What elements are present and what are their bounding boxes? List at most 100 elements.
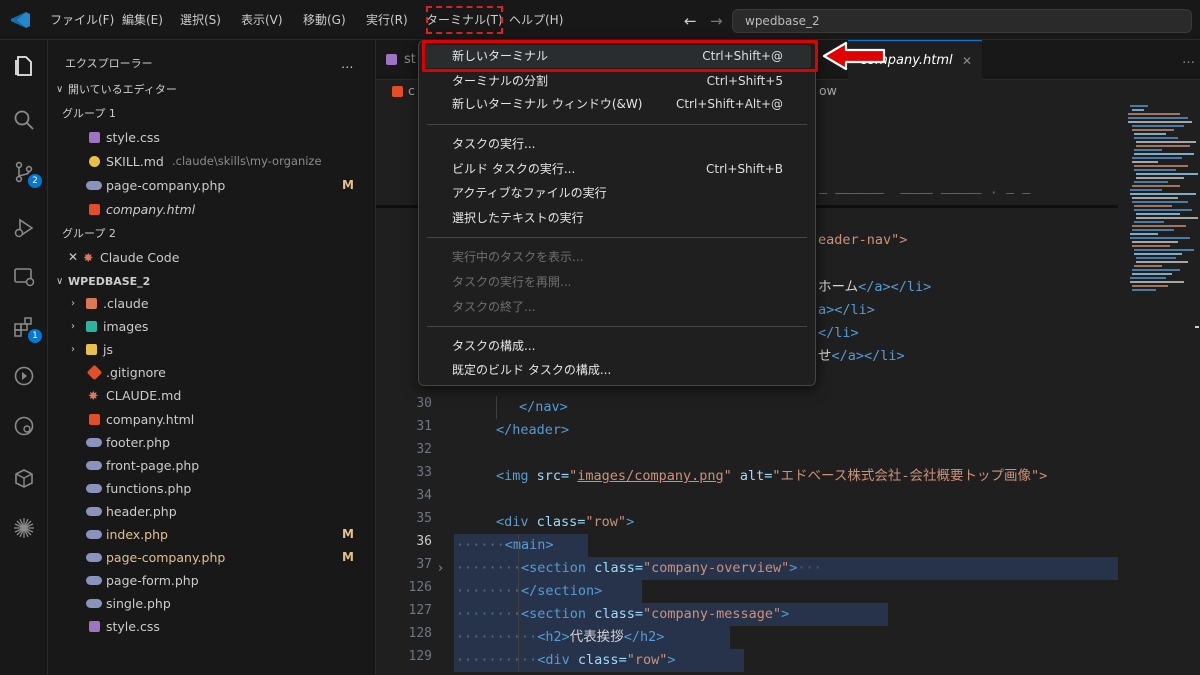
open-editor-item[interactable]: company.html [48,198,376,221]
open-editors-label: 開いているエディター [68,83,177,96]
code-token: </a></li> [831,348,905,364]
forward-arrow-icon[interactable]: → [710,12,723,30]
open-editor-item[interactable]: style.css [48,126,376,149]
code-token: " [723,468,732,484]
menu-run[interactable]: 実行(R) [366,0,408,40]
indent-guide [518,534,519,672]
gitlens-icon[interactable] [12,414,36,438]
line-number: 36 [416,534,432,549]
tabs-more-icon[interactable]: … [1182,40,1195,80]
annotation-arrow-icon [822,41,886,71]
code-token: class= [569,652,627,668]
package-icon[interactable] [12,466,36,490]
group-1-label: グループ 1 [62,107,116,120]
github-actions-icon[interactable] [12,364,36,388]
css-icon [89,132,100,143]
menu-item-restart-task: タスクの実行を再開... [423,271,811,294]
menu-help[interactable]: ヘルプ(H) [509,0,563,40]
menu-item-configure-default-build-task[interactable]: 既定のビルド タスクの構成... [423,359,811,382]
file-item[interactable]: functions.php [48,477,376,500]
open-editor-item[interactable]: page-company.php M [48,174,376,197]
menu-item-run-active-file[interactable]: アクティブなファイルの実行 [423,182,811,205]
code-line: ········</section> [456,583,603,599]
menu-item-label: ビルド タスクの実行... [452,162,576,176]
folder-item[interactable]: › .claude [48,292,376,315]
folder-item[interactable]: › images [48,315,376,338]
file-item[interactable]: ✸ CLAUDE.md [48,384,376,407]
fold-chevron-icon[interactable]: › [438,557,443,580]
menu-go[interactable]: 移動(G) [303,0,346,40]
menu-item-split-terminal[interactable]: ターミナルの分割 Ctrl+Shift+5 [423,70,811,93]
menu-item-run-task[interactable]: タスクの実行... [423,133,811,156]
code-line-fragment: — —————— ———— ————— · — — [819,185,1031,201]
file-item[interactable]: single.php [48,592,376,615]
menu-view[interactable]: 表示(V) [241,0,283,40]
folded-ellipsis[interactable]: ··· [797,560,821,576]
open-editor-item[interactable]: ✕ ✸ Claude Code [48,246,376,269]
code-token: a></li> [818,302,875,318]
code-line: ········<section class="company-message"… [456,606,790,622]
menu-item-run-build-task[interactable]: ビルド タスクの実行... Ctrl+Shift+B [423,158,811,181]
folder-item[interactable]: › js [48,338,376,361]
menu-edit[interactable]: 編集(E) [122,0,163,40]
annotation-highlight-box [422,40,818,72]
explorer-icon[interactable] [12,54,36,78]
file-name: company.html [106,412,195,427]
js-folder-icon [86,344,97,355]
file-name: index.php [106,527,168,542]
claude-icon[interactable] [12,516,36,540]
code-line: ··········<div class="row"> [456,652,676,668]
explorer-more-icon[interactable]: … [341,52,354,75]
menu-item-label: 既定のビルド タスクの構成... [452,363,612,377]
code-token: "company-message" [642,606,782,622]
workspace-section[interactable]: ∨ WPEDBASE_2 [48,270,376,293]
remote-explorer-icon[interactable] [12,265,36,289]
file-item[interactable]: footer.php [48,431,376,454]
menu-item-configure-tasks[interactable]: タスクの構成... [423,335,811,358]
file-item[interactable]: index.php M [48,523,376,546]
open-editor-item[interactable]: SKILL.md .claude\skills\my-organize [48,150,376,173]
git-icon [86,364,103,381]
explorer-title: エクスプローラー [65,57,153,70]
code-token: class= [586,606,643,622]
file-item[interactable]: page-company.php M [48,546,376,569]
code-token: </nav> [519,399,568,415]
file-item[interactable]: company.html [48,408,376,431]
file-item[interactable]: style.css [48,615,376,638]
minimap[interactable] [1118,102,1200,322]
code-token: <section [521,606,587,622]
close-icon[interactable]: ✕ [68,246,78,269]
lightbulb-icon [89,156,100,167]
menu-separator [427,237,807,238]
line-number: 35 [416,511,432,526]
explorer-header: エクスプローラー … [48,52,376,75]
line-number: 34 [416,488,432,503]
code-token: > [667,652,676,668]
menu-selection[interactable]: 選択(S) [180,0,221,40]
run-debug-icon[interactable] [12,216,36,240]
chevron-down-icon: ∨ [56,276,64,287]
back-arrow-icon[interactable]: ← [684,12,697,30]
code-token: class= [586,560,643,576]
file-item[interactable]: .gitignore [48,361,376,384]
file-item[interactable]: page-form.php [48,569,376,592]
breadcrumb-left[interactable]: c [408,80,415,102]
line-number: 32 [416,442,432,457]
command-center-text: wpedbase_2 [745,14,820,28]
close-icon[interactable]: ✕ [962,41,972,81]
code-token: > [781,606,790,622]
command-center-search[interactable]: wpedbase_2 [732,9,1192,33]
code-token: "row" [585,514,627,530]
menu-item-new-terminal-window[interactable]: 新しいターミナル ウィンドウ(&W) Ctrl+Shift+Alt+@ [423,93,811,116]
search-icon[interactable] [12,108,36,132]
menu-item-run-selected-text[interactable]: 選択したテキストの実行 [423,207,811,230]
file-item[interactable]: front-page.php [48,454,376,477]
breadcrumb-right[interactable]: ow [819,80,837,102]
line-number: 31 [416,419,432,434]
menu-item-shortcut: Ctrl+Shift+B [706,162,783,176]
menu-file[interactable]: ファイル(F) [50,0,114,40]
code-token[interactable]: images/company.png [577,468,723,484]
menu-terminal[interactable]: ターミナル(T) [420,0,509,40]
open-editors-section[interactable]: ∨ 開いているエディター [48,78,376,101]
file-item[interactable]: header.php [48,500,376,523]
